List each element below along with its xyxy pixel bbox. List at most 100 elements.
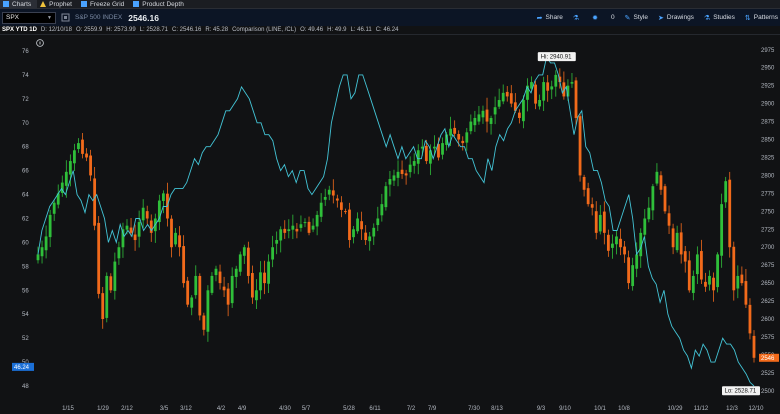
candle-body xyxy=(691,275,695,293)
candle-body xyxy=(133,234,137,241)
info-cmp-close: C: 46.24 xyxy=(375,27,399,33)
chart-title: SPX YTD 1D xyxy=(2,27,37,33)
style-button[interactable]: ✎ Style xyxy=(625,14,648,22)
right-axis-tick: 2950 xyxy=(761,66,775,72)
tab-label: Product Depth xyxy=(142,0,184,8)
tab-prophet[interactable]: Prophet xyxy=(37,0,78,9)
candle-body xyxy=(218,271,222,284)
x-axis-tick: 9/10 xyxy=(559,406,571,412)
candle-body xyxy=(586,188,590,205)
candle-body xyxy=(141,207,145,221)
candle-body xyxy=(255,290,258,301)
x-axis-tick: 3/12 xyxy=(180,406,192,412)
candle-body xyxy=(433,146,436,149)
candle-body xyxy=(250,273,254,298)
candle-body xyxy=(68,161,72,175)
candle-body xyxy=(704,281,707,287)
candle-body xyxy=(242,247,246,256)
candle-body xyxy=(360,221,364,230)
candle-body xyxy=(554,74,558,87)
link-icon[interactable] xyxy=(59,12,71,24)
patterns-label: Patterns xyxy=(753,14,778,21)
candle-body xyxy=(655,171,659,184)
price-chart[interactable]: 7674727068666462605856545250482975295029… xyxy=(0,35,780,414)
flask-button[interactable]: ⚗ xyxy=(573,14,582,22)
candle-body xyxy=(700,251,703,280)
candle-body xyxy=(145,211,149,219)
candle-body xyxy=(376,218,380,226)
candle-body xyxy=(117,247,121,259)
x-axis-tick: 10/8 xyxy=(618,406,630,412)
candle-body xyxy=(206,290,210,332)
candle-body xyxy=(210,275,214,293)
left-price-tag-label: 46.24 xyxy=(14,365,30,371)
x-axis-tick: 10/1 xyxy=(594,406,606,412)
candle-body xyxy=(40,247,44,257)
candle-body xyxy=(736,275,740,289)
right-axis-tick: 2750 xyxy=(761,209,775,215)
alerts-count[interactable]: 0 xyxy=(611,14,615,21)
candle-body xyxy=(404,173,408,176)
tab-label: Freeze Grid xyxy=(89,0,125,8)
candle-body xyxy=(368,236,372,242)
candle-body xyxy=(671,228,675,248)
candle-body xyxy=(408,164,412,173)
x-axis-tick: 4/30 xyxy=(279,406,291,412)
candle-body xyxy=(125,225,129,230)
settings-button[interactable]: ✹ xyxy=(592,14,601,22)
info-cmp-high: H: 49.9 xyxy=(327,27,347,33)
left-axis-tick: 62 xyxy=(22,217,29,223)
info-range: R: 45.28 xyxy=(205,27,229,33)
grid-icon xyxy=(80,1,87,7)
symbol-description: S&P 500 INDEX xyxy=(75,14,123,21)
candle-body xyxy=(412,161,416,166)
candle-body xyxy=(457,134,461,140)
candle-body xyxy=(619,238,622,248)
last-price: 2546.16 xyxy=(128,12,159,23)
low-callout-label: Lo: 2528.71 xyxy=(725,389,757,395)
patterns-button[interactable]: ⇅ Patterns xyxy=(745,14,778,22)
candle-body xyxy=(327,189,331,195)
share-button[interactable]: ➦ Share xyxy=(537,14,563,22)
x-axis-tick: 3/5 xyxy=(160,406,169,412)
candle-body xyxy=(441,143,444,155)
info-comparison: Comparison (LINE, /CL) xyxy=(232,27,297,33)
candle-body xyxy=(291,225,295,230)
candle-body xyxy=(574,80,578,118)
candle-body xyxy=(724,181,728,203)
right-axis-tick: 2875 xyxy=(761,120,775,126)
candle-body xyxy=(174,232,177,245)
candle-body xyxy=(89,155,92,176)
studies-button[interactable]: ⚗ Studies xyxy=(704,14,735,22)
right-axis-tick: 2850 xyxy=(761,138,775,144)
tab-product-depth[interactable]: Product Depth xyxy=(130,0,190,9)
info-cmp-low: L: 46.11 xyxy=(350,27,372,33)
candle-body xyxy=(222,286,226,291)
info-high: H: 2573.99 xyxy=(106,27,136,33)
candle-body xyxy=(319,202,323,217)
symbol-input[interactable]: SPX xyxy=(6,14,19,21)
chevron-down-icon[interactable]: ▼ xyxy=(47,15,52,21)
candle-body xyxy=(44,236,48,251)
x-axis-tick: 7/2 xyxy=(407,406,416,412)
symbol-selector[interactable]: SPX ▼ xyxy=(2,11,56,24)
tab-charts[interactable]: Charts xyxy=(0,0,38,9)
tab-freeze-grid[interactable]: Freeze Grid xyxy=(78,0,130,9)
right-axis-tick: 2825 xyxy=(761,155,775,161)
candle-body xyxy=(344,211,347,213)
candle-body xyxy=(635,254,639,269)
drawings-button[interactable]: ➤ Drawings xyxy=(658,14,694,22)
chart-info-bar: SPX YTD 1D D: 12/10/18 O: 2559.9 H: 2573… xyxy=(0,26,780,35)
candle-body xyxy=(194,275,198,296)
candle-body xyxy=(339,202,343,210)
studies-label: Studies xyxy=(713,14,735,21)
candle-body xyxy=(744,281,748,305)
candle-body xyxy=(542,82,546,101)
gear-icon: ✹ xyxy=(592,14,599,22)
right-axis-tick: 2575 xyxy=(761,335,775,341)
candle-body xyxy=(246,247,250,276)
candle-body xyxy=(230,275,234,304)
candle-body xyxy=(81,139,84,154)
x-axis-tick: 11/12 xyxy=(694,406,709,412)
candle-body xyxy=(679,232,683,255)
